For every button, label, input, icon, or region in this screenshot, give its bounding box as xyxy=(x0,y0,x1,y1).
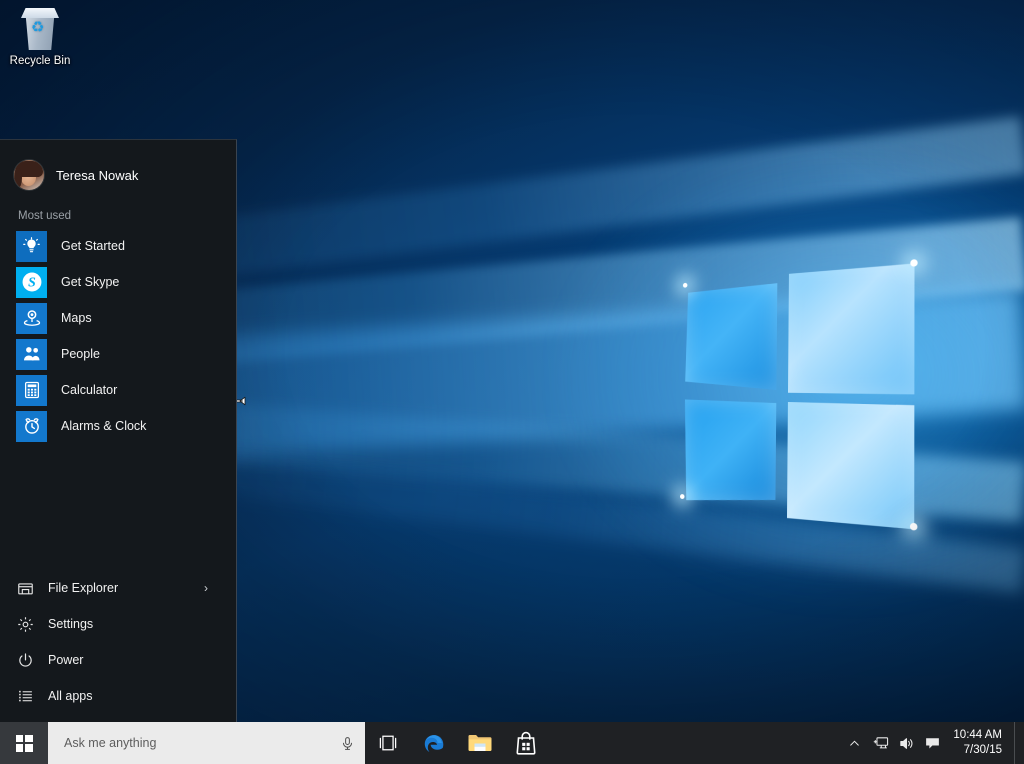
start-menu-item-label: File Explorer xyxy=(48,581,119,595)
store-button[interactable] xyxy=(503,722,549,764)
start-menu-item-label: Power xyxy=(48,653,84,667)
system-tray: 10:44 AM 7/30/15 xyxy=(841,722,1024,764)
recycle-bin-icon: ♻ xyxy=(17,6,63,52)
start-menu-item-label: Alarms & Clock xyxy=(61,419,147,433)
lightbulb-icon xyxy=(16,230,47,262)
taskbar[interactable]: Ask me anything 10:44 AM 7/30/15 xyxy=(0,722,1024,764)
file-explorer-icon xyxy=(468,735,492,751)
desktop-icon-recycle-bin[interactable]: ♻ Recycle Bin xyxy=(8,6,72,67)
start-menu-bottom-group: File Explorer › Settings Power All apps xyxy=(0,570,236,722)
edge-button[interactable] xyxy=(411,722,457,764)
clock[interactable]: 10:44 AM 7/30/15 xyxy=(945,722,1014,764)
start-menu-spacer xyxy=(0,444,236,570)
start-menu-item-power[interactable]: Power xyxy=(0,642,236,678)
start-menu-item-get-skype[interactable]: S Get Skype xyxy=(0,264,236,300)
power-icon xyxy=(14,652,36,669)
start-menu-item-label: All apps xyxy=(48,689,93,703)
network-icon[interactable] xyxy=(867,722,893,764)
chevron-up-icon[interactable] xyxy=(841,722,867,764)
store-icon xyxy=(516,731,536,755)
start-menu-item-label: People xyxy=(61,347,100,361)
task-view-icon xyxy=(379,735,397,751)
start-menu-item-label: Settings xyxy=(48,617,94,631)
action-center-icon[interactable] xyxy=(919,722,945,764)
start-button[interactable] xyxy=(0,722,48,764)
start-menu-item-label: Get Skype xyxy=(61,275,120,289)
start-menu-user-row[interactable]: Teresa Nowak xyxy=(0,150,236,200)
start-menu-item-alarms-and-clock[interactable]: Alarms & Clock xyxy=(0,408,236,444)
people-icon xyxy=(16,338,47,370)
folder-icon xyxy=(14,580,36,597)
gear-icon xyxy=(14,616,36,633)
start-menu-item-label: Calculator xyxy=(61,383,118,397)
clock-date: 7/30/15 xyxy=(963,744,1002,756)
speaker-icon[interactable] xyxy=(893,722,919,764)
microphone-icon[interactable] xyxy=(340,736,355,751)
alarm-clock-icon xyxy=(16,410,47,442)
file-explorer-button[interactable] xyxy=(457,722,503,764)
search-input[interactable]: Ask me anything xyxy=(48,722,365,764)
search-placeholder: Ask me anything xyxy=(64,736,157,750)
start-menu-item-calculator[interactable]: Calculator xyxy=(0,372,236,408)
most-used-header: Most used xyxy=(18,210,72,222)
start-menu-item-file-explorer[interactable]: File Explorer › xyxy=(0,570,236,606)
list-icon xyxy=(14,688,36,705)
map-pin-icon xyxy=(16,302,47,334)
start-menu-item-people[interactable]: People xyxy=(0,336,236,372)
skype-icon: S xyxy=(16,266,47,298)
start-menu-item-all-apps[interactable]: All apps xyxy=(0,678,236,714)
start-menu-item-get-started[interactable]: Get Started xyxy=(0,228,236,264)
show-desktop-button[interactable] xyxy=(1014,722,1020,764)
edge-icon xyxy=(424,735,444,752)
user-name-label: Teresa Nowak xyxy=(56,167,139,183)
start-menu-item-maps[interactable]: Maps xyxy=(0,300,236,336)
desktop-icon-label: Recycle Bin xyxy=(9,55,71,67)
chevron-right-icon: › xyxy=(204,581,208,595)
windows-logo-icon xyxy=(15,734,33,752)
taskbar-buttons xyxy=(365,722,549,764)
clock-time: 10:44 AM xyxy=(953,729,1002,741)
start-menu[interactable]: Teresa Nowak Most used Get Started S Get… xyxy=(0,139,237,722)
start-menu-item-settings[interactable]: Settings xyxy=(0,606,236,642)
svg-text:S: S xyxy=(28,275,36,290)
task-view-button[interactable] xyxy=(365,722,411,764)
start-menu-item-label: Get Started xyxy=(61,239,125,253)
avatar[interactable] xyxy=(14,160,44,190)
calculator-icon xyxy=(16,374,47,406)
start-menu-item-label: Maps xyxy=(61,311,92,325)
